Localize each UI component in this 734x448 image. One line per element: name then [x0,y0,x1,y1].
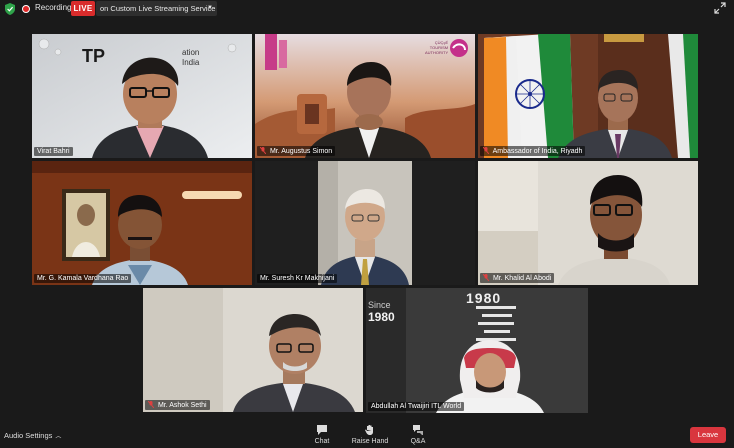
zoom-webinar-window: Recording LIVE on Custom Live Streaming … [0,0,734,448]
participant-name-label: Virat Bahri [34,147,73,156]
raise-hand-button[interactable]: Raise Hand [350,424,390,445]
muted-mic-icon [483,147,489,154]
live-badge[interactable]: LIVE [71,1,95,16]
top-bar: Recording LIVE on Custom Live Streaming … [0,0,734,18]
backdrop-text: ation [182,48,200,57]
participant-video [255,161,475,285]
chat-label: Chat [314,438,330,445]
backdrop-year-text: 1980 [466,290,502,306]
stream-service-dropdown[interactable]: on Custom Live Streaming Service ▼ [96,1,217,16]
recording-label: Recording [35,3,72,12]
participant-name-label: Mr. Ashok Sethi [145,400,210,410]
raise-hand-icon [365,425,373,435]
caret-up-icon: ︿ [55,434,62,440]
participant-video [478,34,698,158]
audio-settings-label: Audio Settings [4,431,53,440]
participant-name-label: Abdullah Al Twaijiri ITL World [368,402,465,411]
participant-video [32,34,252,158]
leave-button[interactable]: Leave [690,427,726,443]
shield-check-icon[interactable] [5,3,15,15]
muted-mic-icon [148,401,154,408]
video-tile-augustus-simon[interactable]: ÇÙÇçÉ TOURISM AUTHORITY Mr. Augustus Sim… [255,34,475,158]
video-tile-virat-bahri[interactable]: TP ation India Virat Bahri [32,34,252,158]
video-tile-kamala-vardhana-rao[interactable]: Mr. G. Kamala Vardhana Rao [32,161,252,285]
video-tile-ambassador-india[interactable]: Ambassador of India, Riyadh [478,34,698,158]
qa-button[interactable]: Q&A [407,424,429,445]
participant-name-label: Mr. G. Kamala Vardhana Rao [34,274,132,283]
participant-video [478,161,698,285]
muted-mic-icon [483,274,489,281]
tourism-authority-logo-text: ÇÙÇçÉ TOURISM AUTHORITY [425,40,449,55]
raise-hand-label: Raise Hand [351,438,389,445]
backdrop-year-text-2: 1980 [368,310,395,324]
chat-icon [317,425,327,435]
backdrop-logo-text: TP [82,46,106,66]
muted-mic-icon [260,147,266,154]
qa-label: Q&A [410,438,426,445]
caret-down-icon: ▼ [207,5,213,11]
participant-video [366,288,588,413]
participant-name-label: Mr. Khalid Al Abodi [480,273,555,283]
participant-name-label: Mr. Suresh Kr Makhijani [257,274,338,283]
participant-video [32,161,252,285]
qa-icon [413,425,423,435]
participant-video [143,288,363,412]
video-tile-abdullah-al-twaijiri[interactable]: 1980 Since 1980 Abdullah Al Twaijiri ITL… [366,288,588,413]
stream-service-label: on Custom Live Streaming Service [100,4,216,13]
backdrop-text: India [182,58,200,67]
chat-button[interactable]: Chat [311,424,333,445]
video-tile-suresh-makhijani[interactable]: Mr. Suresh Kr Makhijani [255,161,475,285]
backdrop-since-text: Since [368,300,391,310]
video-tile-khalid-al-abodi[interactable]: Mr. Khalid Al Abodi [478,161,698,285]
recording-dot-icon [22,5,30,13]
participant-name-label: Ambassador of India, Riyadh [480,146,586,156]
bottom-toolbar: Audio Settings ︿ Chat Raise Hand Q&A Leav… [0,418,734,448]
video-tile-ashok-sethi[interactable]: Mr. Ashok Sethi [143,288,363,412]
expand-arrows-icon[interactable] [714,2,726,14]
audio-settings-button[interactable]: Audio Settings ︿ [4,431,61,440]
participant-name-label: Mr. Augustus Simon [257,146,336,156]
